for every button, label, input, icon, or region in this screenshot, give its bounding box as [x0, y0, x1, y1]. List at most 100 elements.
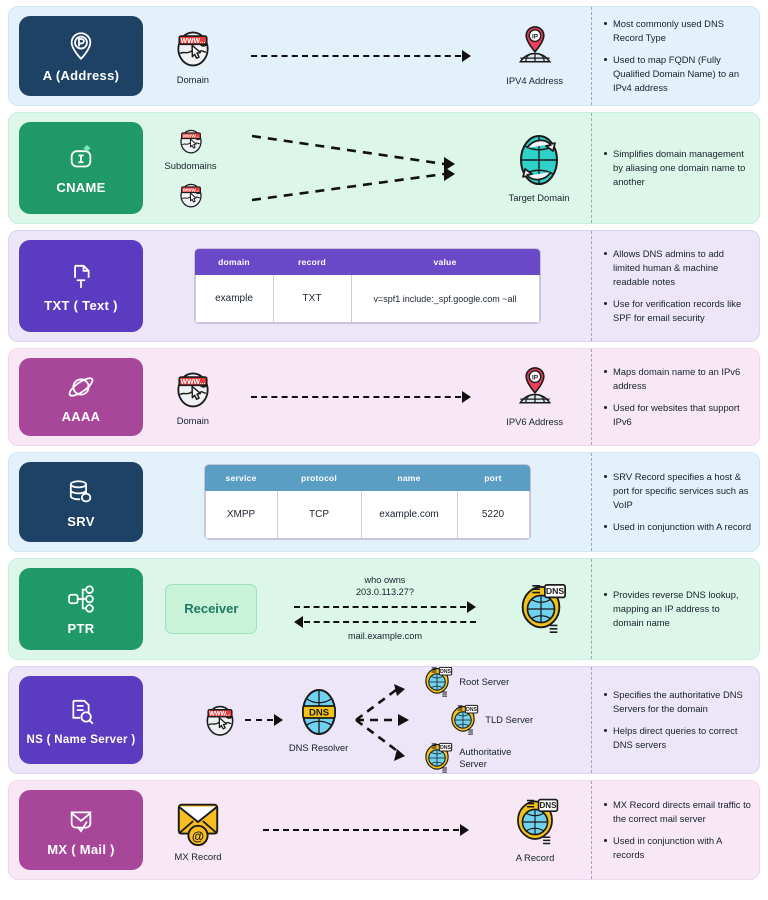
record-badge-label-aaaa: AAAA [61, 408, 101, 424]
cell-value: v=spf1 include:_spf.google.com ~all [350, 274, 540, 323]
node-subdomain-2: WWW... [176, 180, 206, 210]
globe-www-icon: WWW... [171, 26, 215, 70]
node-label-authoritative-server: Authoritative Server [459, 746, 512, 769]
dns-record-types-infographic: A (Address) WWW... Domain IP IPV4 Addres… [0, 0, 768, 900]
note-item: Helps direct queries to correct DNS serv… [604, 724, 753, 752]
record-row-ptr: PTR Receiver who owns 203.0.113.27? mail… [8, 558, 760, 660]
svg-text:WWW...: WWW... [182, 187, 199, 192]
node-tld-server: DNS TLD Server [446, 703, 533, 737]
cell-protocol: TCP [276, 490, 362, 539]
node-domain-a: WWW... Domain [171, 26, 215, 86]
ptr-response-label: mail.example.com [347, 631, 422, 642]
notes-ns: Specifies the authoritative DNS Servers … [591, 667, 759, 773]
note-item: Maps domain name to an IPv6 address [604, 365, 753, 393]
node-tree-icon [64, 582, 98, 616]
globe-www-icon: WWW... [171, 367, 215, 411]
node-label-subdomains: Subdomains [164, 160, 217, 172]
document-text-icon [64, 259, 98, 293]
column-header-protocol: protocol [276, 465, 362, 491]
node-mx-record: @ MX Record [173, 797, 223, 863]
arrow-domain-to-resolver [244, 714, 283, 726]
node-receiver: Receiver [165, 583, 258, 634]
svg-text:DNS: DNS [466, 707, 478, 713]
notes-txt: Allows DNS admins to add limited human &… [591, 231, 759, 341]
globe-swirl-icon [513, 132, 565, 188]
arrow-aaaa [250, 391, 471, 403]
record-badge-label-cname: CNAME [56, 179, 106, 195]
node-dns-server-ptr: DNS [513, 581, 569, 637]
table-row: example TXT v=spf1 include:_spf.google.c… [194, 274, 540, 323]
diagram-srv: service protocol name port XMPP TCP exam… [143, 453, 591, 551]
svg-text:DNS: DNS [540, 801, 558, 810]
record-badge-cname[interactable]: CNAME [19, 122, 143, 214]
subdomain-group: WWW... Subdomains WWW... [164, 126, 217, 210]
record-badge-ptr[interactable]: PTR [19, 568, 143, 650]
svg-text:DNS: DNS [440, 669, 452, 675]
diagram-a: WWW... Domain IP IPV4 Address [143, 7, 591, 105]
node-label-root-server: Root Server [459, 676, 510, 688]
svg-text:WWW...: WWW... [209, 712, 231, 718]
dns-server-icon: DNS [513, 581, 569, 637]
record-badge-aaaa[interactable]: AAAA [19, 358, 143, 436]
column-header-value: value [350, 249, 540, 275]
svg-text:DNS: DNS [440, 745, 452, 751]
fan-arrows-cname [248, 122, 478, 214]
ns-branch-arrows [354, 674, 414, 766]
svg-text:IP: IP [532, 374, 539, 381]
arrow-mx [263, 824, 469, 836]
diagram-ns: WWW... DNS DNS Resolver DNS Root Server … [143, 667, 591, 773]
record-badge-mx[interactable]: MX ( Mail ) [19, 790, 143, 870]
dns-server-icon: DNS [446, 703, 480, 737]
ip-pin-globe-icon: IP [513, 366, 557, 412]
record-badge-ns[interactable]: NS ( Name Server ) [19, 676, 143, 764]
dns-server-icon: DNS [420, 741, 454, 773]
record-badge-txt[interactable]: TXT ( Text ) [19, 240, 143, 332]
id-card-icon [64, 141, 98, 175]
record-row-txt: TXT ( Text ) domain record value example… [8, 230, 760, 342]
note-item: Most commonly used DNS Record Type [604, 17, 753, 45]
svg-text:WWW...: WWW... [180, 379, 205, 386]
node-domain-ns: WWW... [201, 701, 239, 739]
note-item: Used in conjunction with A record [604, 520, 753, 534]
node-a-record: DNS A Record [509, 796, 561, 864]
node-authoritative-server: DNS Authoritative Server [420, 741, 533, 773]
record-badge-a[interactable]: A (Address) [19, 16, 143, 96]
cell-domain: example [194, 274, 274, 323]
record-badge-label-txt: TXT ( Text ) [44, 297, 118, 313]
node-label-a-record: A Record [515, 852, 555, 864]
dns-resolver-icon: DNS [295, 686, 343, 738]
node-label-domain-aaaa: Domain [176, 415, 210, 427]
notes-ptr: Provides reverse DNS lookup, mapping an … [591, 559, 759, 659]
node-root-server: DNS Root Server [420, 667, 533, 699]
node-label-mx-record: MX Record [174, 851, 222, 863]
record-row-srv: SRV service protocol name port XMPP TCP [8, 452, 760, 552]
cell-service: XMPP [204, 490, 278, 539]
cell-record: TXT [272, 274, 352, 323]
globe-www-icon: WWW... [176, 126, 206, 156]
node-label-domain-a: Domain [176, 74, 210, 86]
dns-server-icon: DNS [420, 667, 454, 699]
record-row-a: A (Address) WWW... Domain IP IPV4 Addres… [8, 6, 760, 106]
notes-mx: MX Record directs email traffic to the c… [591, 781, 759, 879]
table-header-row: domain record value [194, 249, 540, 275]
node-dns-resolver: DNS DNS Resolver [289, 686, 348, 754]
node-label-ipv4-a: IPV4 Address [506, 75, 564, 87]
location-pin-icon [64, 29, 98, 63]
note-item: Specifies the authoritative DNS Servers … [604, 688, 753, 716]
note-item: SRV Record specifies a host & port for s… [604, 470, 753, 512]
svg-text:DNS: DNS [545, 586, 564, 596]
mail-at-icon: @ [173, 797, 223, 847]
node-label-target-domain: Target Domain [508, 192, 570, 204]
diagram-txt: domain record value example TXT v=spf1 i… [143, 231, 591, 341]
svg-text:WWW...: WWW... [182, 134, 199, 139]
record-badge-srv[interactable]: SRV [19, 462, 143, 542]
cell-name: example.com [360, 490, 458, 539]
note-item: Used in conjunction with A records [604, 834, 753, 862]
node-ipv4-a: IP IPV4 Address [506, 25, 563, 87]
note-item: Simplifies domain management by aliasing… [604, 147, 753, 189]
diagram-ptr: Receiver who owns 203.0.113.27? mail.exa… [143, 559, 591, 659]
column-header-domain: domain [194, 249, 274, 275]
record-row-cname: CNAME WWW... Subdomains WWW... Target Do… [8, 112, 760, 224]
srv-record-table: service protocol name port XMPP TCP exam… [204, 465, 530, 539]
node-domain-aaaa: WWW... Domain [171, 367, 215, 427]
